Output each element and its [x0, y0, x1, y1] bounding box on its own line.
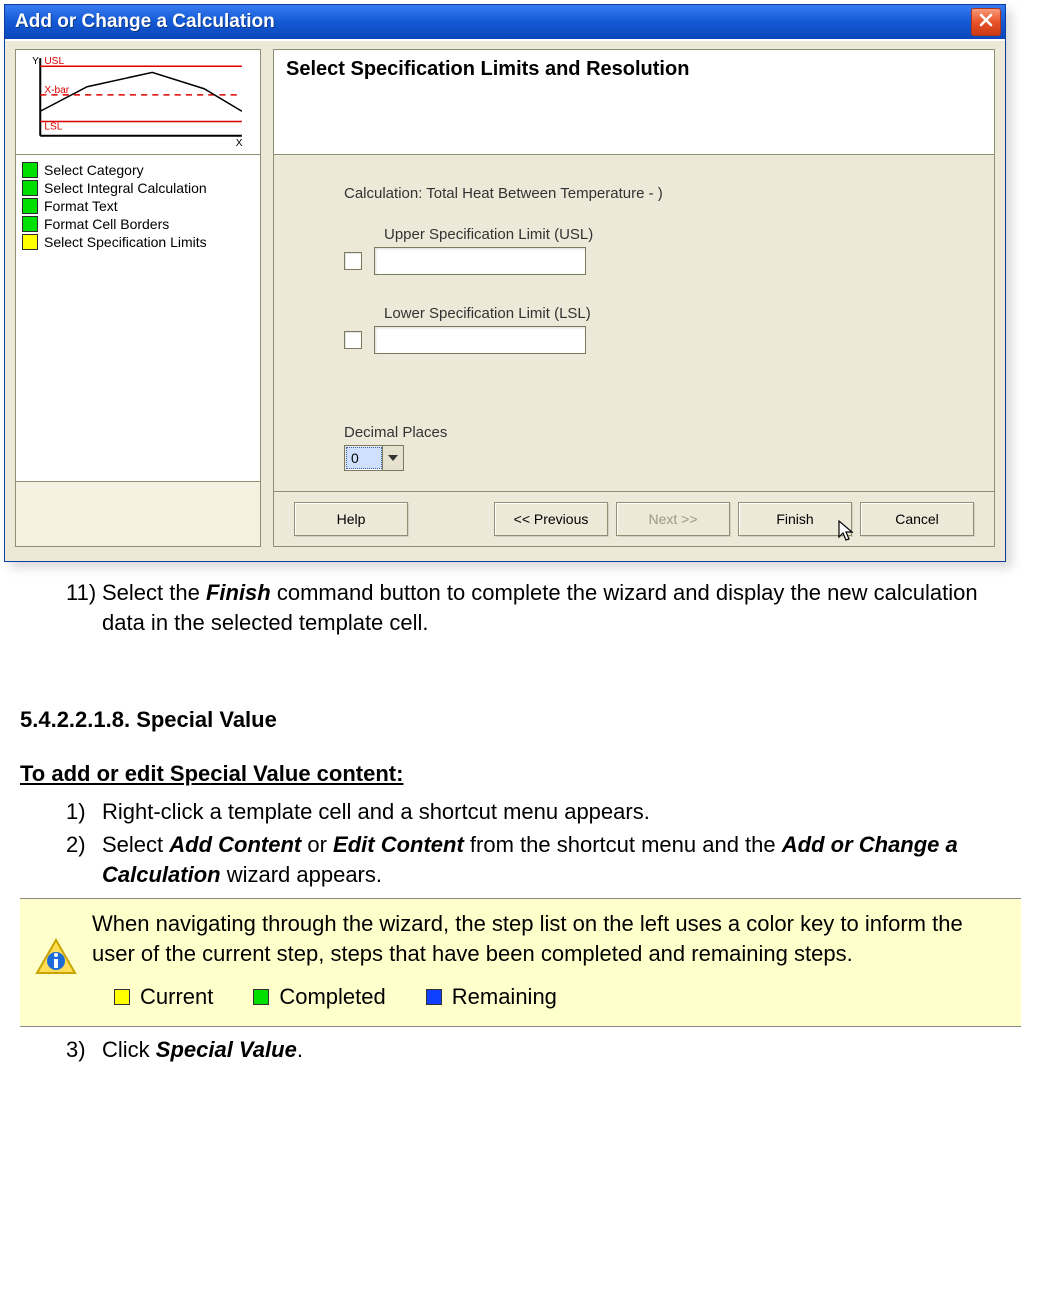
wizard-right-column: Select Specification Limits and Resoluti…: [273, 49, 995, 547]
legend-square-icon: [114, 989, 130, 1005]
window-title: Add or Change a Calculation: [15, 11, 971, 33]
step-label: Select Category: [44, 162, 144, 178]
usl-input[interactable]: [374, 247, 586, 275]
panel-heading: Select Specification Limits and Resoluti…: [273, 49, 995, 155]
decimal-value: 0: [346, 447, 382, 469]
svg-text:X: X: [236, 138, 243, 146]
step-label: Format Text: [44, 198, 118, 214]
finish-button[interactable]: Finish: [738, 502, 852, 536]
step-3: 3) Click Special Value.: [66, 1035, 1021, 1065]
wizard-button-row: Help << Previous Next >> Finish Cancel: [273, 492, 995, 547]
step-item[interactable]: Format Text: [22, 197, 254, 215]
status-square-icon: [22, 216, 38, 232]
status-square-icon: [22, 234, 38, 250]
document-body: 11) Select the Finish command button to …: [0, 566, 1041, 1099]
next-button: Next >>: [616, 502, 730, 536]
step-item[interactable]: Format Cell Borders: [22, 215, 254, 233]
info-callout: When navigating through the wizard, the …: [20, 898, 1021, 1027]
titlebar[interactable]: Add or Change a Calculation: [5, 5, 1005, 39]
close-icon: [979, 11, 993, 33]
lsl-input[interactable]: [374, 326, 586, 354]
step-item[interactable]: Select Integral Calculation: [22, 179, 254, 197]
svg-text:USL: USL: [44, 56, 64, 67]
decimal-places-select[interactable]: 0: [344, 445, 404, 471]
step-1: 1) Right-click a template cell and a sho…: [66, 797, 1021, 827]
step-11: 11) Select the Finish command button to …: [66, 578, 1021, 637]
status-square-icon: [22, 180, 38, 196]
wizard-window: Add or Change a Calculation Y X USL: [4, 4, 1006, 562]
svg-text:Y: Y: [32, 56, 39, 67]
svg-text:X-bar: X-bar: [44, 85, 69, 96]
lsl-checkbox[interactable]: [344, 331, 362, 349]
status-square-icon: [22, 198, 38, 214]
left-bottom-panel: [15, 482, 261, 547]
info-icon: [34, 937, 78, 981]
usl-checkbox[interactable]: [344, 252, 362, 270]
step-label: Select Integral Calculation: [44, 180, 207, 196]
legend-square-icon: [426, 989, 442, 1005]
usl-label: Upper Specification Limit (USL): [384, 226, 954, 243]
panel-body: Calculation: Total Heat Between Temperat…: [273, 155, 995, 492]
legend-square-icon: [253, 989, 269, 1005]
chevron-down-icon: [382, 446, 403, 470]
cancel-button[interactable]: Cancel: [860, 502, 974, 536]
wizard-left-column: Y X USL X-bar LSL: [15, 49, 261, 547]
info-text: When navigating through the wizard, the …: [92, 909, 1009, 968]
help-button[interactable]: Help: [294, 502, 408, 536]
svg-text:LSL: LSL: [44, 122, 62, 133]
status-square-icon: [22, 162, 38, 178]
lsl-label: Lower Specification Limit (LSL): [384, 305, 954, 322]
cursor-icon: [837, 519, 857, 543]
spec-limits-preview: Y X USL X-bar LSL: [15, 49, 261, 155]
close-button[interactable]: [971, 8, 1001, 36]
step-item[interactable]: Select Category: [22, 161, 254, 179]
subheading: To add or edit Special Value content:: [20, 759, 1021, 789]
color-legend: Current Completed Remaining: [114, 982, 1009, 1012]
previous-button[interactable]: << Previous: [494, 502, 608, 536]
step-item[interactable]: Select Specification Limits: [22, 233, 254, 251]
calculation-line: Calculation: Total Heat Between Temperat…: [344, 185, 954, 202]
wizard-step-list: Select Category Select Integral Calculat…: [15, 155, 261, 482]
section-heading: 5.4.2.2.1.8. Special Value: [20, 705, 1021, 735]
step-2: 2) Select Add Content or Edit Content fr…: [66, 830, 1021, 889]
step-label: Format Cell Borders: [44, 216, 169, 232]
step-label: Select Specification Limits: [44, 234, 207, 250]
decimal-label: Decimal Places: [344, 424, 954, 441]
